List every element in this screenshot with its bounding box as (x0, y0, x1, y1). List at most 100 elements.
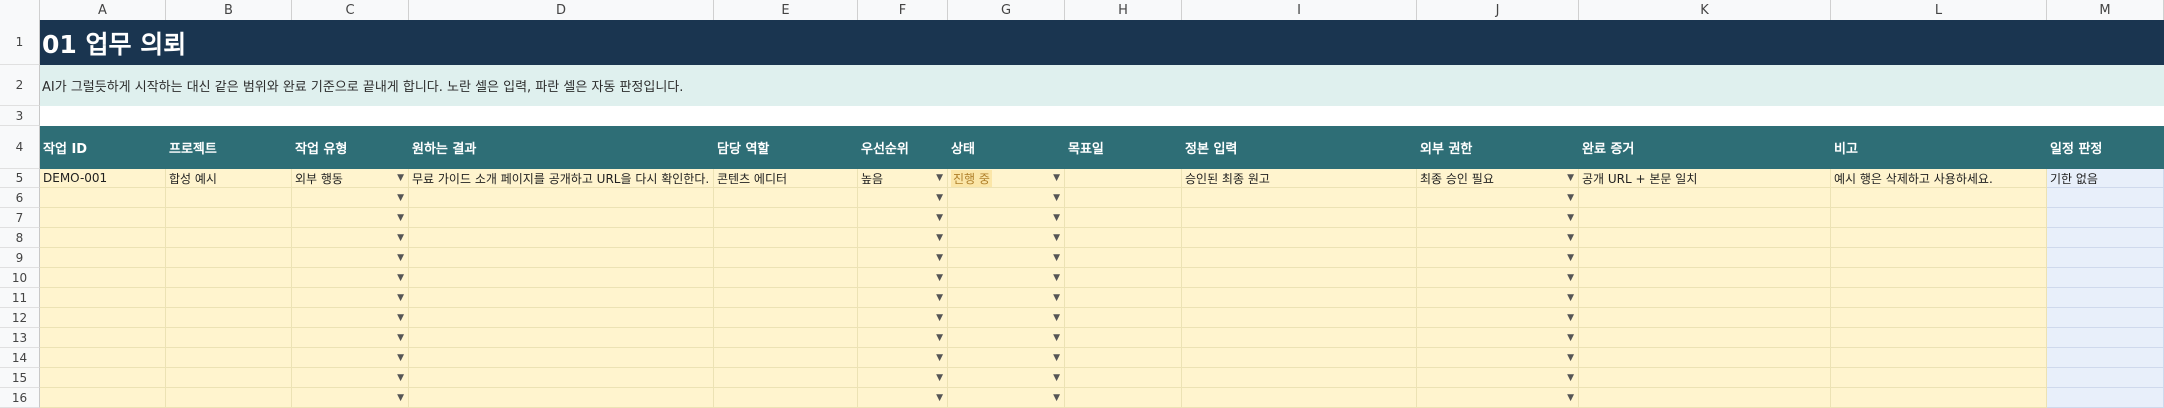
empty-cell[interactable] (714, 288, 858, 308)
empty-cell[interactable] (1182, 268, 1417, 288)
empty-cell[interactable] (1065, 268, 1182, 288)
empty-cell[interactable] (2047, 308, 2164, 328)
empty-cell[interactable]: ▼ (858, 328, 948, 348)
empty-cell[interactable] (409, 248, 714, 268)
empty-cell[interactable]: ▼ (1417, 348, 1579, 368)
dropdown-arrow-icon[interactable]: ▼ (1567, 233, 1574, 243)
dropdown-arrow-icon[interactable]: ▼ (397, 273, 404, 283)
empty-cell[interactable] (2047, 328, 2164, 348)
header-task-id[interactable]: 작업 ID (40, 126, 166, 169)
empty-cell[interactable]: ▼ (292, 228, 409, 248)
header-status[interactable]: 상태 (948, 126, 1065, 169)
dropdown-arrow-icon[interactable]: ▼ (1567, 273, 1574, 283)
empty-cell[interactable] (409, 228, 714, 248)
empty-cell[interactable] (1579, 228, 1831, 248)
empty-cell[interactable] (1065, 208, 1182, 228)
row-header[interactable]: 1 (0, 20, 40, 65)
empty-cell[interactable] (409, 308, 714, 328)
empty-cell[interactable] (166, 388, 292, 408)
cell-priority[interactable]: 높음 ▼ (858, 169, 948, 188)
dropdown-arrow-icon[interactable]: ▼ (397, 213, 404, 223)
empty-cell[interactable] (1579, 308, 1831, 328)
empty-cell[interactable] (714, 248, 858, 268)
empty-cell[interactable] (714, 188, 858, 208)
dropdown-arrow-icon[interactable]: ▼ (1053, 193, 1060, 203)
row-header[interactable]: 8 (0, 228, 40, 248)
cell-external-permission[interactable]: 최종 승인 필요 ▼ (1417, 169, 1579, 188)
row-header[interactable]: 16 (0, 388, 40, 408)
header-owner-role[interactable]: 담당 역할 (714, 126, 858, 169)
empty-cell[interactable]: ▼ (1417, 208, 1579, 228)
empty-cell[interactable] (1831, 328, 2047, 348)
empty-cell[interactable] (1182, 348, 1417, 368)
empty-cell[interactable]: ▼ (948, 368, 1065, 388)
dropdown-arrow-icon[interactable]: ▼ (1567, 373, 1574, 383)
empty-cell[interactable]: ▼ (292, 188, 409, 208)
empty-cell[interactable] (1831, 248, 2047, 268)
empty-cell[interactable] (714, 228, 858, 248)
empty-cell[interactable] (2047, 268, 2164, 288)
empty-cell[interactable] (714, 388, 858, 408)
empty-cell[interactable] (1182, 368, 1417, 388)
empty-cell[interactable]: ▼ (858, 208, 948, 228)
empty-cell[interactable]: ▼ (858, 388, 948, 408)
empty-cell[interactable]: ▼ (948, 328, 1065, 348)
empty-cell[interactable]: ▼ (292, 288, 409, 308)
empty-cell[interactable] (1182, 248, 1417, 268)
column-header-k[interactable]: K (1579, 0, 1831, 20)
empty-cell[interactable]: ▼ (1417, 328, 1579, 348)
dropdown-arrow-icon[interactable]: ▼ (1053, 313, 1060, 323)
empty-cell[interactable]: ▼ (1417, 308, 1579, 328)
empty-cell[interactable] (40, 348, 166, 368)
empty-cell[interactable] (1579, 388, 1831, 408)
dropdown-arrow-icon[interactable]: ▼ (1053, 213, 1060, 223)
empty-cell[interactable] (40, 268, 166, 288)
column-header-d[interactable]: D (409, 0, 714, 20)
empty-cell[interactable] (1831, 288, 2047, 308)
dropdown-arrow-icon[interactable]: ▼ (1567, 313, 1574, 323)
empty-cell[interactable] (40, 388, 166, 408)
dropdown-arrow-icon[interactable]: ▼ (936, 173, 943, 183)
empty-cell[interactable] (409, 288, 714, 308)
empty-cell[interactable] (1182, 188, 1417, 208)
dropdown-arrow-icon[interactable]: ▼ (1567, 393, 1574, 403)
empty-cell[interactable] (1065, 288, 1182, 308)
sheet-subtitle[interactable]: AI가 그럴듯하게 시작하는 대신 같은 범위와 완료 기준으로 끝내게 합니다… (40, 65, 2164, 106)
header-target-date[interactable]: 목표일 (1065, 126, 1182, 169)
row-header[interactable]: 11 (0, 288, 40, 308)
empty-cell[interactable]: ▼ (858, 288, 948, 308)
dropdown-arrow-icon[interactable]: ▼ (397, 233, 404, 243)
dropdown-arrow-icon[interactable]: ▼ (1567, 213, 1574, 223)
dropdown-arrow-icon[interactable]: ▼ (1567, 173, 1574, 183)
empty-cell[interactable] (1065, 248, 1182, 268)
column-header-l[interactable]: L (1831, 0, 2047, 20)
dropdown-arrow-icon[interactable]: ▼ (936, 393, 943, 403)
row-header[interactable]: 6 (0, 188, 40, 208)
empty-cell[interactable] (166, 328, 292, 348)
empty-cell[interactable]: ▼ (858, 228, 948, 248)
empty-cell[interactable] (40, 308, 166, 328)
row-header[interactable]: 13 (0, 328, 40, 348)
empty-cell[interactable] (166, 248, 292, 268)
cell-desired-result[interactable]: 무료 가이드 소개 페이지를 공개하고 URL을 다시 확인한다. (409, 169, 714, 188)
dropdown-arrow-icon[interactable]: ▼ (1567, 193, 1574, 203)
dropdown-arrow-icon[interactable]: ▼ (936, 373, 943, 383)
dropdown-arrow-icon[interactable]: ▼ (1567, 353, 1574, 363)
row-header[interactable]: 2 (0, 65, 40, 106)
empty-cell[interactable] (1182, 328, 1417, 348)
dropdown-arrow-icon[interactable]: ▼ (936, 293, 943, 303)
empty-cell[interactable]: ▼ (1417, 228, 1579, 248)
dropdown-arrow-icon[interactable]: ▼ (1053, 173, 1060, 183)
empty-cell[interactable]: ▼ (1417, 388, 1579, 408)
empty-cell[interactable] (166, 348, 292, 368)
empty-cell[interactable]: ▼ (858, 248, 948, 268)
dropdown-arrow-icon[interactable]: ▼ (397, 293, 404, 303)
column-header-e[interactable]: E (714, 0, 858, 20)
empty-cell[interactable] (409, 268, 714, 288)
empty-cell[interactable] (1831, 368, 2047, 388)
row-header[interactable]: 9 (0, 248, 40, 268)
empty-cell[interactable] (2047, 228, 2164, 248)
empty-cell[interactable] (409, 208, 714, 228)
empty-cell[interactable] (2047, 248, 2164, 268)
row-header[interactable]: 7 (0, 208, 40, 228)
